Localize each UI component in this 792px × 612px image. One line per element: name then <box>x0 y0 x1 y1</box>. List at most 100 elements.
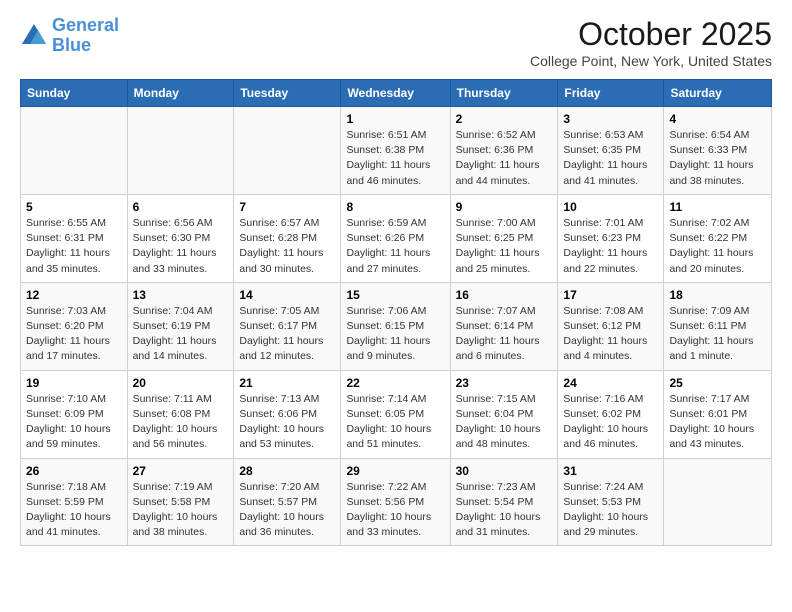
day-number: 1 <box>346 112 444 126</box>
weekday-header: Friday <box>558 80 664 107</box>
weekday-header: Sunday <box>21 80 128 107</box>
calendar-cell: 8 Sunrise: 6:59 AM Sunset: 6:26 PM Daylig… <box>341 194 450 282</box>
day-info: Sunrise: 7:04 AM Sunset: 6:19 PM Dayligh… <box>133 304 229 365</box>
calendar-cell: 24Sunrise: 7:16 AM Sunset: 6:02 PM Dayli… <box>558 370 664 458</box>
day-number: 18 <box>669 288 766 302</box>
calendar-cell: 6 Sunrise: 6:56 AM Sunset: 6:30 PM Daylig… <box>127 194 234 282</box>
day-info: Sunrise: 7:19 AM Sunset: 5:58 PM Dayligh… <box>133 480 229 541</box>
day-info: Sunrise: 7:13 AM Sunset: 6:06 PM Dayligh… <box>239 392 335 453</box>
calendar-cell: 18 Sunrise: 7:09 AM Sunset: 6:11 PM Dayli… <box>664 282 772 370</box>
day-info: Sunrise: 6:55 AM Sunset: 6:31 PM Dayligh… <box>26 216 122 277</box>
day-number: 25 <box>669 376 766 390</box>
day-number: 22 <box>346 376 444 390</box>
day-info: Sunrise: 6:59 AM Sunset: 6:26 PM Dayligh… <box>346 216 444 277</box>
header: General Blue October 2025 College Point,… <box>20 16 772 69</box>
day-info: Sunrise: 7:08 AM Sunset: 6:12 PM Dayligh… <box>563 304 658 365</box>
day-number: 30 <box>456 464 553 478</box>
day-number: 23 <box>456 376 553 390</box>
calendar-cell: 11 Sunrise: 7:02 AM Sunset: 6:22 PM Dayli… <box>664 194 772 282</box>
calendar-cell: 14 Sunrise: 7:05 AM Sunset: 6:17 PM Dayli… <box>234 282 341 370</box>
weekday-header: Saturday <box>664 80 772 107</box>
day-number: 31 <box>563 464 658 478</box>
day-number: 27 <box>133 464 229 478</box>
calendar-cell: 4Sunrise: 6:54 AM Sunset: 6:33 PM Daylig… <box>664 107 772 195</box>
calendar-cell: 22 Sunrise: 7:14 AM Sunset: 6:05 PM Dayli… <box>341 370 450 458</box>
day-info: Sunrise: 7:09 AM Sunset: 6:11 PM Dayligh… <box>669 304 766 365</box>
day-info: Sunrise: 7:18 AM Sunset: 5:59 PM Dayligh… <box>26 480 122 541</box>
calendar-week-row: 1 Sunrise: 6:51 AM Sunset: 6:38 PM Daylig… <box>21 107 772 195</box>
calendar-table: SundayMondayTuesdayWednesdayThursdayFrid… <box>20 79 772 546</box>
weekday-header: Monday <box>127 80 234 107</box>
calendar-cell: 13 Sunrise: 7:04 AM Sunset: 6:19 PM Dayli… <box>127 282 234 370</box>
day-info: Sunrise: 7:24 AM Sunset: 5:53 PM Dayligh… <box>563 480 658 541</box>
calendar-cell: 3Sunrise: 6:53 AM Sunset: 6:35 PM Daylig… <box>558 107 664 195</box>
calendar-week-row: 12 Sunrise: 7:03 AM Sunset: 6:20 PM Dayli… <box>21 282 772 370</box>
calendar-cell: 9 Sunrise: 7:00 AM Sunset: 6:25 PM Daylig… <box>450 194 558 282</box>
calendar-cell: 23 Sunrise: 7:15 AM Sunset: 6:04 PM Dayli… <box>450 370 558 458</box>
calendar-cell <box>127 107 234 195</box>
calendar-cell <box>234 107 341 195</box>
logo: General Blue <box>20 16 119 56</box>
calendar-cell <box>21 107 128 195</box>
day-number: 13 <box>133 288 229 302</box>
location-subtitle: College Point, New York, United States <box>530 53 772 69</box>
day-number: 28 <box>239 464 335 478</box>
day-info: Sunrise: 7:14 AM Sunset: 6:05 PM Dayligh… <box>346 392 444 453</box>
day-info: Sunrise: 7:11 AM Sunset: 6:08 PM Dayligh… <box>133 392 229 453</box>
weekday-header-row: SundayMondayTuesdayWednesdayThursdayFrid… <box>21 80 772 107</box>
day-number: 6 <box>133 200 229 214</box>
calendar-cell: 15 Sunrise: 7:06 AM Sunset: 6:15 PM Dayli… <box>341 282 450 370</box>
day-info: Sunrise: 7:00 AM Sunset: 6:25 PM Dayligh… <box>456 216 553 277</box>
day-number: 15 <box>346 288 444 302</box>
day-info: Sunrise: 7:02 AM Sunset: 6:22 PM Dayligh… <box>669 216 766 277</box>
day-number: 24 <box>563 376 658 390</box>
day-number: 11 <box>669 200 766 214</box>
day-number: 7 <box>239 200 335 214</box>
day-info: Sunrise: 7:22 AM Sunset: 5:56 PM Dayligh… <box>346 480 444 541</box>
day-number: 2 <box>456 112 553 126</box>
calendar-cell: 26 Sunrise: 7:18 AM Sunset: 5:59 PM Dayli… <box>21 458 128 546</box>
calendar-week-row: 26 Sunrise: 7:18 AM Sunset: 5:59 PM Dayli… <box>21 458 772 546</box>
day-info: Sunrise: 7:07 AM Sunset: 6:14 PM Dayligh… <box>456 304 553 365</box>
logo-text: General Blue <box>52 16 119 56</box>
calendar-cell: 30 Sunrise: 7:23 AM Sunset: 5:54 PM Dayli… <box>450 458 558 546</box>
day-info: Sunrise: 6:52 AM Sunset: 6:36 PM Dayligh… <box>456 128 553 189</box>
month-title: October 2025 <box>530 16 772 53</box>
weekday-header: Tuesday <box>234 80 341 107</box>
day-number: 9 <box>456 200 553 214</box>
weekday-header: Wednesday <box>341 80 450 107</box>
calendar-cell: 29 Sunrise: 7:22 AM Sunset: 5:56 PM Dayli… <box>341 458 450 546</box>
day-number: 16 <box>456 288 553 302</box>
day-info: Sunrise: 7:03 AM Sunset: 6:20 PM Dayligh… <box>26 304 122 365</box>
day-number: 20 <box>133 376 229 390</box>
day-number: 26 <box>26 464 122 478</box>
calendar-cell: 31 Sunrise: 7:24 AM Sunset: 5:53 PM Dayli… <box>558 458 664 546</box>
day-number: 4 <box>669 112 766 126</box>
title-block: October 2025 College Point, New York, Un… <box>530 16 772 69</box>
day-number: 29 <box>346 464 444 478</box>
calendar-week-row: 5 Sunrise: 6:55 AM Sunset: 6:31 PM Daylig… <box>21 194 772 282</box>
day-info: Sunrise: 6:51 AM Sunset: 6:38 PM Dayligh… <box>346 128 444 189</box>
day-number: 8 <box>346 200 444 214</box>
day-number: 3 <box>563 112 658 126</box>
calendar-week-row: 19Sunrise: 7:10 AM Sunset: 6:09 PM Dayli… <box>21 370 772 458</box>
day-info: Sunrise: 6:57 AM Sunset: 6:28 PM Dayligh… <box>239 216 335 277</box>
calendar-cell: 17 Sunrise: 7:08 AM Sunset: 6:12 PM Dayli… <box>558 282 664 370</box>
day-number: 12 <box>26 288 122 302</box>
page: General Blue October 2025 College Point,… <box>0 0 792 566</box>
day-info: Sunrise: 7:06 AM Sunset: 6:15 PM Dayligh… <box>346 304 444 365</box>
day-info: Sunrise: 7:15 AM Sunset: 6:04 PM Dayligh… <box>456 392 553 453</box>
day-info: Sunrise: 7:20 AM Sunset: 5:57 PM Dayligh… <box>239 480 335 541</box>
calendar-cell: 20 Sunrise: 7:11 AM Sunset: 6:08 PM Dayli… <box>127 370 234 458</box>
day-number: 14 <box>239 288 335 302</box>
day-number: 10 <box>563 200 658 214</box>
calendar-cell: 5 Sunrise: 6:55 AM Sunset: 6:31 PM Daylig… <box>21 194 128 282</box>
day-number: 5 <box>26 200 122 214</box>
day-info: Sunrise: 7:05 AM Sunset: 6:17 PM Dayligh… <box>239 304 335 365</box>
day-info: Sunrise: 6:56 AM Sunset: 6:30 PM Dayligh… <box>133 216 229 277</box>
calendar-cell: 25Sunrise: 7:17 AM Sunset: 6:01 PM Dayli… <box>664 370 772 458</box>
day-number: 17 <box>563 288 658 302</box>
day-info: Sunrise: 7:23 AM Sunset: 5:54 PM Dayligh… <box>456 480 553 541</box>
calendar-cell: 2 Sunrise: 6:52 AM Sunset: 6:36 PM Daylig… <box>450 107 558 195</box>
weekday-header: Thursday <box>450 80 558 107</box>
